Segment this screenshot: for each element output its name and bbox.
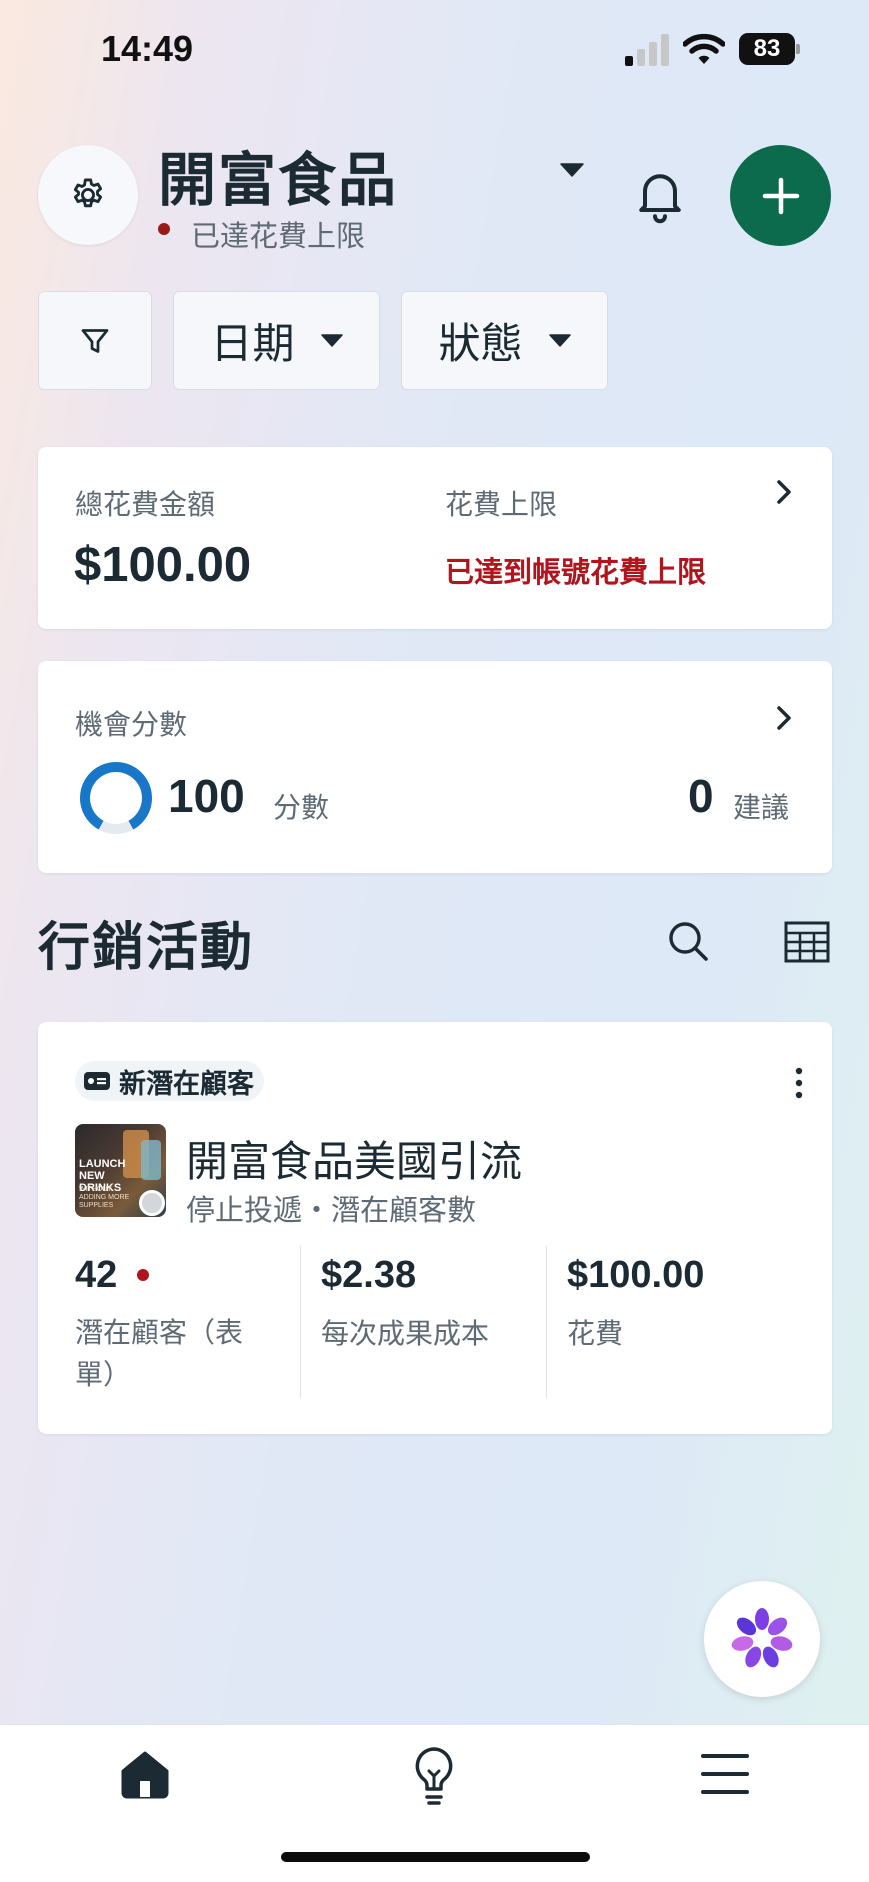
total-spend-label: 總花費金額 xyxy=(75,488,216,521)
account-name[interactable]: 開富食品 xyxy=(158,133,398,217)
battery-icon: 83 xyxy=(739,33,801,65)
home-indicator xyxy=(281,1852,590,1862)
wifi-icon xyxy=(683,33,725,64)
opportunity-score-title: 機會分數 xyxy=(75,708,188,741)
campaigns-section-title: 行銷活動 xyxy=(38,918,255,978)
total-spend-value: $100.00 xyxy=(74,538,252,592)
metric-spend-label: 花費 xyxy=(567,1317,624,1350)
caret-down-icon[interactable] xyxy=(560,163,584,177)
spend-summary-card[interactable]: 總花費金額 $100.00 花費上限 已達到帳號花費上限 xyxy=(38,447,832,629)
date-filter-label: 日期 xyxy=(210,319,295,368)
chevron-right-icon xyxy=(777,706,791,730)
status-dot xyxy=(158,223,170,235)
status-time: 14:49 xyxy=(101,28,194,69)
kebab-icon[interactable] xyxy=(793,1066,805,1100)
chevron-right-icon xyxy=(777,480,791,504)
metric-cpr-value: $2.38 xyxy=(321,1254,417,1296)
hamburger-icon[interactable] xyxy=(700,1751,750,1797)
signal-icon xyxy=(625,34,669,66)
metric-leads-label: 潛在顧客（表單） xyxy=(75,1316,244,1391)
lightbulb-icon[interactable] xyxy=(409,1745,459,1807)
recommendations-count: 0 xyxy=(688,770,714,822)
flower-icon xyxy=(731,1608,793,1668)
score-gauge xyxy=(80,762,152,834)
caret-down-icon xyxy=(320,334,343,347)
recommendations-unit: 建議 xyxy=(733,791,790,824)
home-icon[interactable] xyxy=(118,1747,172,1801)
metric-cpr-label: 每次成果成本 xyxy=(321,1317,490,1350)
gear-icon xyxy=(73,178,103,208)
metric-divider xyxy=(546,1246,547,1398)
score-value: 100 xyxy=(168,770,245,822)
metric-alert-dot xyxy=(137,1269,149,1281)
status-filter-dropdown[interactable]: 狀態 xyxy=(401,291,608,390)
opportunity-score-card[interactable]: 機會分數 100 分數 0 建議 xyxy=(38,661,832,873)
metric-divider xyxy=(300,1246,301,1398)
search-icon[interactable] xyxy=(664,917,712,965)
thumbnail-subtext: WITHOUT ADDING MORE SUPPLIES xyxy=(79,1186,130,1209)
ai-assistant-button[interactable] xyxy=(704,1581,820,1697)
settings-button[interactable] xyxy=(38,145,138,245)
battery-level: 83 xyxy=(753,35,781,62)
score-unit: 分數 xyxy=(273,791,330,824)
account-status: 已達花費上限 xyxy=(191,219,366,253)
objective-badge: 新潛在顧客 xyxy=(75,1061,264,1101)
status-filter-label: 狀態 xyxy=(438,319,523,368)
campaign-card[interactable]: 新潛在顧客 LAUNCH NEW DRINKS WITHOUT ADDING M… xyxy=(38,1022,832,1434)
table-icon[interactable] xyxy=(784,921,830,963)
campaign-name: 開富食品美國引流 xyxy=(186,1137,523,1186)
objective-label: 新潛在顧客 xyxy=(119,1068,254,1100)
delivery-status-dot xyxy=(139,1190,165,1216)
campaign-status: 停止投遞・潛在顧客數 xyxy=(186,1193,477,1227)
lead-form-icon xyxy=(84,1072,110,1090)
spend-limit-label: 花費上限 xyxy=(445,488,558,521)
caret-down-icon xyxy=(548,334,571,347)
filter-button[interactable] xyxy=(38,291,152,390)
add-button[interactable] xyxy=(730,145,831,246)
spend-limit-value: 已達到帳號花費上限 xyxy=(445,555,707,589)
funnel-icon xyxy=(81,328,109,353)
plus-icon xyxy=(762,177,799,214)
metric-leads-value: 42 xyxy=(75,1254,118,1296)
bell-icon[interactable] xyxy=(630,165,690,225)
date-filter-dropdown[interactable]: 日期 xyxy=(173,291,380,390)
metric-spend-value: $100.00 xyxy=(567,1254,705,1296)
